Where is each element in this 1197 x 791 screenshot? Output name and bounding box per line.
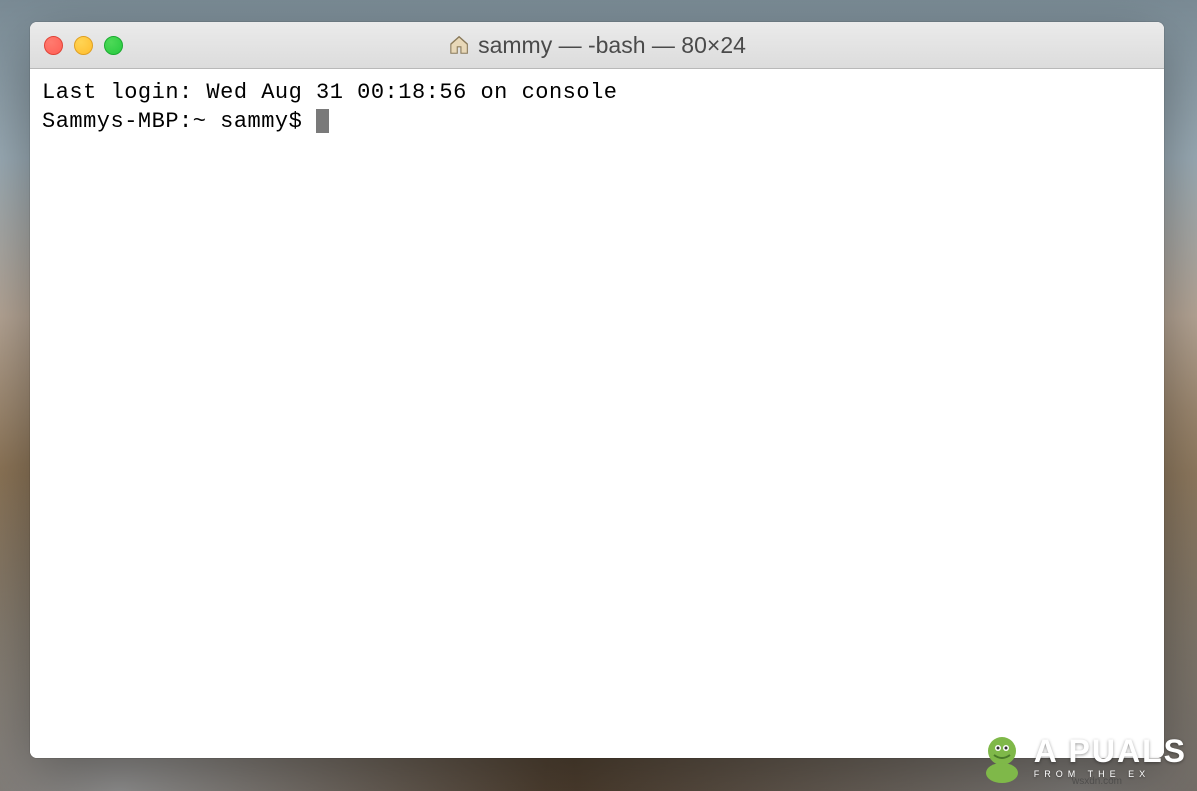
watermark-logo-icon xyxy=(976,731,1028,783)
terminal-prompt-line: Sammys-MBP:~ sammy$ xyxy=(42,108,1152,137)
terminal-line-login: Last login: Wed Aug 31 00:18:56 on conso… xyxy=(42,79,1152,108)
window-title: sammy — -bash — 80×24 xyxy=(478,32,746,59)
window-title-content: sammy — -bash — 80×24 xyxy=(448,32,746,59)
maximize-button[interactable] xyxy=(104,36,123,55)
terminal-window: sammy — -bash — 80×24 Last login: Wed Au… xyxy=(30,22,1164,758)
watermark-text-group: A PUALS FROM THE EX xyxy=(1034,735,1187,779)
minimize-button[interactable] xyxy=(74,36,93,55)
terminal-cursor xyxy=(316,109,329,133)
watermark-brand: A PUALS xyxy=(1034,735,1187,767)
terminal-prompt: Sammys-MBP:~ sammy$ xyxy=(42,109,316,134)
window-titlebar[interactable]: sammy — -bash — 80×24 xyxy=(30,22,1164,69)
close-button[interactable] xyxy=(44,36,63,55)
home-icon xyxy=(448,34,470,56)
terminal-content[interactable]: Last login: Wed Aug 31 00:18:56 on conso… xyxy=(30,69,1164,758)
traffic-lights-group xyxy=(44,36,123,55)
watermark-url: wsxdn.com xyxy=(1072,776,1122,787)
